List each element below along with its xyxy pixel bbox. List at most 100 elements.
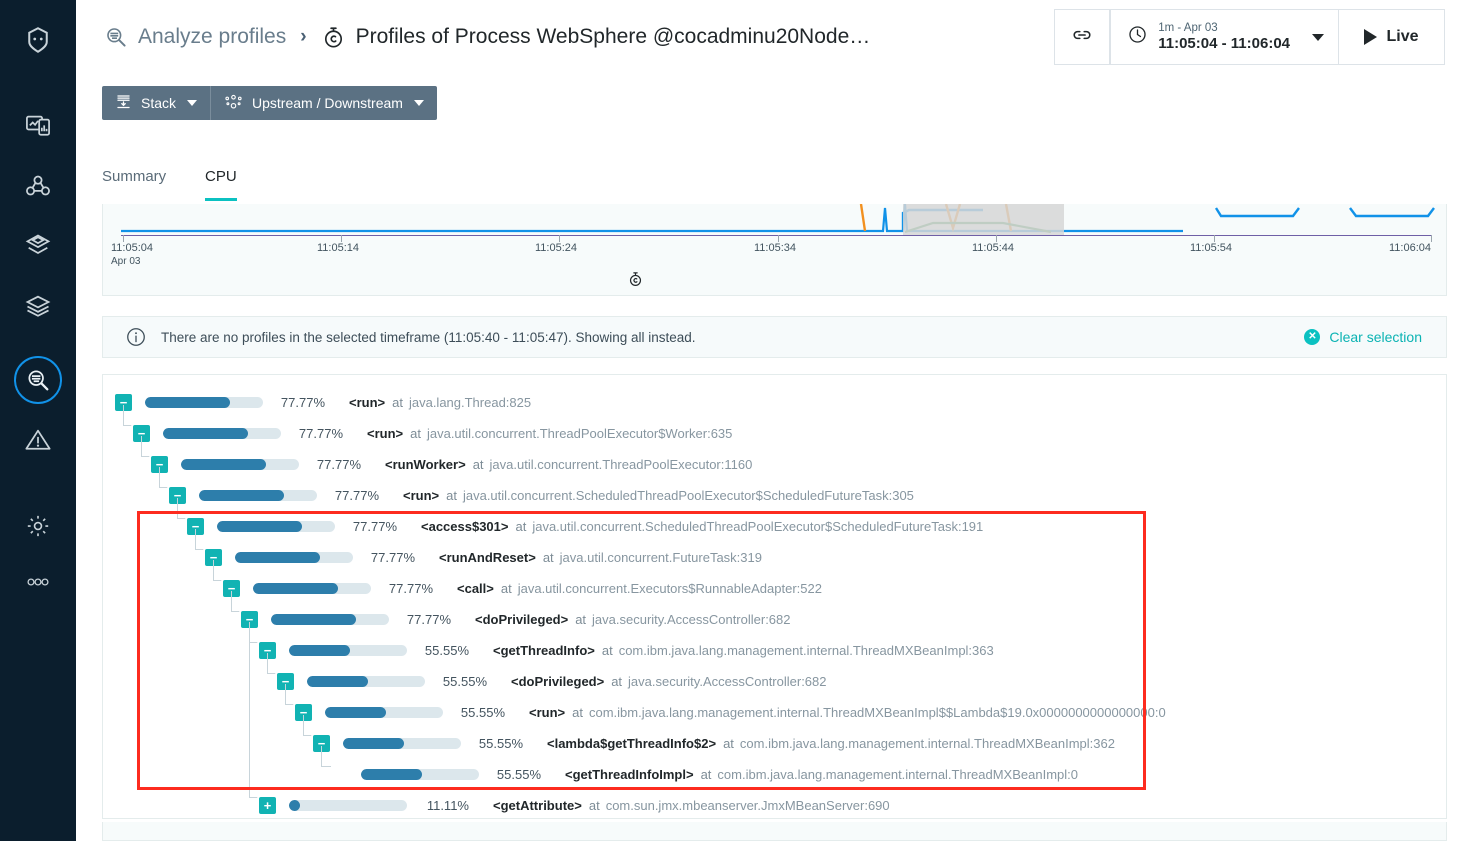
tree-connector	[123, 405, 133, 426]
info-message: There are no profiles in the selected ti…	[161, 329, 696, 345]
row-source-location: java.util.concurrent.ThreadPoolExecutor:…	[489, 457, 753, 472]
x-tick-1: 11:05:14	[317, 242, 360, 254]
call-tree-row[interactable]: −55.55% <lambda$getThreadInfo$2> at com.ibm…	[313, 728, 1115, 759]
row-source-location: java.security.AccessController:682	[592, 612, 791, 627]
self-time-bar	[181, 459, 299, 470]
sidebar-item-instana[interactable]	[14, 16, 62, 64]
row-function-name: <doPrivileged>	[511, 674, 605, 689]
tree-connector	[213, 560, 223, 581]
sidebar-item-more[interactable]	[14, 558, 62, 606]
tree-connector	[159, 467, 169, 488]
row-at-label: at	[515, 519, 527, 534]
row-percentage: 77.77%	[352, 519, 397, 534]
self-time-bar-fill	[307, 676, 369, 687]
row-percentage: 77.77%	[280, 395, 325, 410]
tree-connector	[195, 529, 205, 550]
breadcrumb-separator: ›	[300, 26, 307, 47]
stack-label: Stack	[141, 95, 177, 111]
call-tree-row[interactable]: −77.77% <call> at java.util.concurrent.Exec…	[223, 573, 822, 604]
row-percentage: 55.55%	[442, 674, 487, 689]
tab-summary[interactable]: Summary	[102, 168, 166, 198]
sidebar-item-applications[interactable]	[14, 162, 62, 210]
row-source-location: com.ibm.java.lang.management.internal.Th…	[588, 705, 1166, 720]
tab-cpu[interactable]: CPU	[205, 168, 237, 201]
call-tree-row[interactable]: −77.77% <run> at java.lang.Thread:825	[115, 387, 531, 418]
call-tree-row[interactable]: +11.11% <getAttribute> at com.sun.jmx.mbean…	[259, 790, 890, 818]
x-tick-2: 11:05:24	[535, 242, 578, 254]
time-range-value: 11:05:04 - 11:06:04	[1158, 34, 1290, 52]
self-time-bar-fill	[181, 459, 266, 470]
sidebar-item-services[interactable]	[14, 222, 62, 270]
row-at-label: at	[572, 705, 583, 720]
copy-link-button[interactable]	[1054, 9, 1111, 65]
live-button[interactable]: Live	[1339, 9, 1445, 65]
self-time-bar-fill	[343, 738, 405, 749]
x-tick-date: Apr 03	[111, 256, 141, 267]
row-function-name: <runWorker>	[385, 457, 466, 472]
call-tree: −77.77% <run> at java.lang.Thread:825−77.77…	[102, 374, 1447, 819]
dashboard-icon	[24, 112, 52, 140]
stack-dropdown[interactable]: Stack	[102, 86, 210, 120]
robot-logo-icon	[23, 25, 53, 55]
call-tree-row[interactable]: −77.77% <runAndReset> at java.util.concurre…	[205, 542, 762, 573]
self-time-bar-fill	[289, 800, 300, 811]
call-tree-row[interactable]: 55.55% <getThreadInfoImpl> at com.ibm.java.…	[331, 759, 1078, 790]
row-source-location: java.security.AccessController:682	[628, 674, 827, 689]
timeline-chart-card[interactable]: 11:05:04 11:05:14 11:05:24 11:05:34 11:0…	[102, 204, 1447, 296]
services-icon	[24, 232, 52, 260]
call-tree-row[interactable]: −77.77% <runWorker> at java.util.concurrent…	[151, 449, 752, 480]
call-tree-row[interactable]: −55.55% <doPrivileged> at java.security.Acc…	[277, 666, 827, 697]
row-percentage: 55.55%	[424, 643, 469, 658]
sidebar-item-settings[interactable]	[14, 502, 62, 550]
tree-connector	[321, 746, 331, 767]
analyze-profiles-icon	[104, 25, 128, 49]
call-tree-row[interactable]: −77.77% <run> at java.util.concurrent.Sched…	[169, 480, 914, 511]
call-tree-row[interactable]: −77.77% <doPrivileged> at java.security.Acc…	[241, 604, 791, 635]
sidebar-item-analytics[interactable]	[14, 356, 62, 404]
row-at-label: at	[392, 395, 403, 410]
row-at-label: at	[700, 767, 712, 782]
self-time-bar-fill	[361, 769, 423, 780]
row-source-location: java.util.concurrent.ScheduledThreadPool…	[462, 488, 914, 503]
call-tree-row[interactable]: −77.77% <run> at java.util.concurrent.Threa…	[133, 418, 732, 449]
upstream-downstream-label: Upstream / Downstream	[252, 95, 403, 111]
timeline-selection-band[interactable]	[903, 204, 1064, 236]
clear-selection-button[interactable]: ✕ Clear selection	[1304, 329, 1422, 345]
timeline-x-axis	[121, 235, 1432, 236]
call-tree-row[interactable]: −55.55% <run> at com.ibm.java.lang.manageme…	[295, 697, 1166, 728]
info-banner: There are no profiles in the selected ti…	[102, 316, 1447, 358]
self-time-bar-fill	[145, 397, 230, 408]
self-time-bar-fill	[217, 521, 302, 532]
self-time-bar	[289, 645, 407, 656]
row-source-location: java.util.concurrent.ScheduledThreadPool…	[532, 519, 984, 534]
stopwatch-icon[interactable]	[627, 270, 644, 293]
self-time-bar-fill	[235, 552, 320, 563]
expand-toggle-icon[interactable]: +	[259, 797, 276, 814]
self-time-bar-fill	[325, 707, 387, 718]
clock-icon	[1127, 24, 1148, 50]
row-at-label: at	[575, 612, 587, 627]
row-function-name: <access$301>	[421, 519, 509, 534]
upstream-downstream-dropdown[interactable]: Upstream / Downstream	[210, 86, 437, 120]
sidebar-item-infrastructure[interactable]	[14, 282, 62, 330]
header-actions: 1m - Apr 03 11:05:04 - 11:06:04 Live	[1054, 9, 1465, 65]
row-function-name: <run>	[367, 426, 404, 441]
self-time-bar	[217, 521, 335, 532]
self-time-bar	[325, 707, 443, 718]
tree-connector	[177, 498, 187, 519]
timeline-plot[interactable]	[103, 204, 1446, 240]
call-tree-row[interactable]: −55.55% <getThreadInfo> at com.ibm.java.lan…	[259, 635, 994, 666]
call-tree-row[interactable]: −77.77% <access$301> at java.util.concurren…	[187, 511, 983, 542]
sidebar-item-events[interactable]	[14, 416, 62, 464]
row-at-label: at	[472, 457, 484, 472]
row-function-name: <call>	[457, 581, 494, 596]
tree-connector	[267, 653, 277, 674]
row-function-name: <getThreadInfoImpl>	[565, 767, 694, 782]
tree-connector	[141, 436, 151, 457]
row-source-location: com.ibm.java.lang.management.internal.Th…	[739, 736, 1115, 751]
tree-connector	[285, 684, 295, 705]
app-root: Analyze profiles › Profiles of Process W…	[0, 0, 1465, 841]
time-range-picker[interactable]: 1m - Apr 03 11:05:04 - 11:06:04	[1110, 9, 1339, 65]
sidebar-item-dashboards[interactable]	[14, 102, 62, 150]
breadcrumb-root-link[interactable]: Analyze profiles	[138, 25, 286, 49]
